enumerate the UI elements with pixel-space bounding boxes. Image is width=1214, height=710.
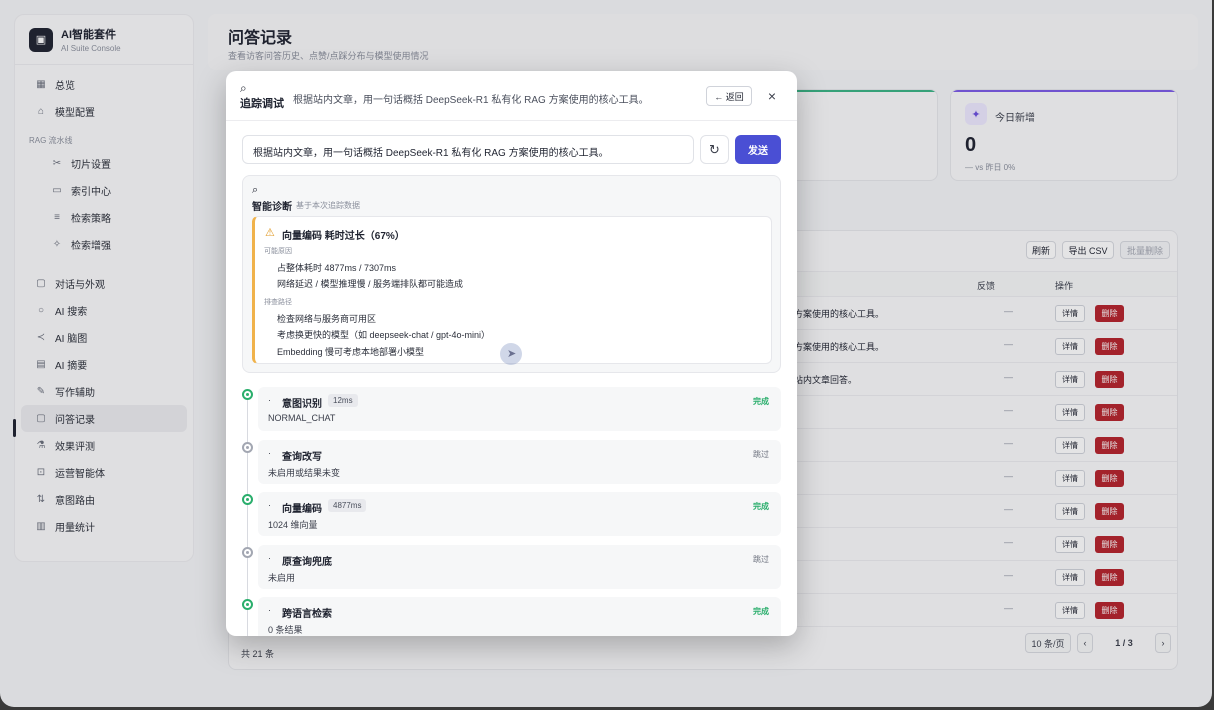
modal-subtitle: 根据站内文章，用一句话概括 DeepSeek-R1 私有化 RAG 方案使用的核… xyxy=(293,95,649,106)
trace-step[interactable]: · 意图识别 12ms 完成 NORMAL_CHAT xyxy=(258,387,781,431)
step-skipped-icon xyxy=(242,441,253,453)
step-detail: 未启用 xyxy=(268,572,296,583)
search-icon: ⌕ xyxy=(252,184,259,196)
cursor-icon: ➤ xyxy=(507,348,517,360)
diagnosis-title: 智能诊断 xyxy=(252,202,292,213)
search-icon: ⌕ xyxy=(240,81,247,95)
step-bullet: · xyxy=(268,395,271,405)
step-detail: NORMAL_CHAT xyxy=(268,413,336,423)
step-bullet: · xyxy=(268,447,271,458)
cause-item: 网络延迟 / 模型推理慢 / 服务端排队都可能造成 xyxy=(277,279,464,289)
path-item: 考虑换更快的模型（如 deepseek-chat / gpt-4o-mini） xyxy=(277,330,491,340)
paths-label: 排查路径 xyxy=(264,299,292,306)
step-name: 向量编码 xyxy=(282,504,322,515)
back-button[interactable]: ← 返回 xyxy=(706,86,752,106)
step-done-icon xyxy=(242,599,253,610)
query-input[interactable]: 根据站内文章，用一句话概括 DeepSeek-R1 私有化 RAG 方案使用的核… xyxy=(242,135,694,164)
send-button[interactable]: 发送 xyxy=(735,135,781,164)
step-name: 查询改写 xyxy=(282,451,322,463)
diagnosis-subtitle: 基于本次追踪数据 xyxy=(296,201,360,210)
warning-card: ⚠ 向量编码 耗时过长（67%） 可能原因 占整体耗时 4877ms / 730… xyxy=(252,216,772,364)
modal-header: ⌕ 追踪调试 根据站内文章，用一句话概括 DeepSeek-R1 私有化 RAG… xyxy=(226,71,797,121)
screen: ▣ AI智能套件 AI Suite Console ▦ 总览 ⌂ 模型配置 RAG … xyxy=(0,0,1212,707)
step-detail: 1024 维向量 xyxy=(268,520,318,530)
step-name: 跨语言检索 xyxy=(282,609,332,620)
path-item: 检查网络与服务商可用区 xyxy=(277,314,377,324)
refresh-icon[interactable]: ↻ xyxy=(700,135,729,164)
modal-title: 追踪调试 xyxy=(240,98,284,110)
step-name: 意图识别 xyxy=(282,399,322,410)
step-bullet: · xyxy=(268,605,271,615)
step-bullet: · xyxy=(268,500,271,510)
warning-icon: ⚠ xyxy=(265,227,275,239)
step-bullet: · xyxy=(268,552,271,563)
path-item: Embedding 慢可考虑本地部署小模型 xyxy=(277,347,425,357)
trace-step[interactable]: · 跨语言检索 完成 0 条结果 xyxy=(258,597,781,636)
step-status: 完成 xyxy=(753,397,769,406)
step-duration: 12ms xyxy=(328,394,358,407)
causes-label: 可能原因 xyxy=(264,248,292,255)
step-status: 跳过 xyxy=(753,554,769,564)
step-skipped-icon xyxy=(242,546,253,558)
step-name: 原查询兜底 xyxy=(282,556,332,568)
step-detail: 0 条结果 xyxy=(268,625,303,635)
warning-title: 向量编码 耗时过长（67%） xyxy=(282,231,405,242)
trace-step[interactable]: · 查询改写 跳过未启用或结果未变 xyxy=(258,439,781,484)
step-detail: 未启用或结果未变 xyxy=(268,467,341,478)
step-duration: 4877ms xyxy=(328,499,367,512)
step-status: 跳过 xyxy=(753,449,769,459)
step-done-icon xyxy=(242,389,253,400)
trace-step[interactable]: · 向量编码 4877ms 完成 1024 维向量 xyxy=(258,492,781,536)
step-status: 完成 xyxy=(753,502,769,511)
close-icon[interactable]: × xyxy=(764,88,780,104)
step-done-icon xyxy=(242,494,253,505)
trace-step[interactable]: · 原查询兜底 跳过未启用 xyxy=(258,544,781,589)
step-status: 完成 xyxy=(753,607,769,616)
cause-item: 占整体耗时 4877ms / 7307ms xyxy=(277,263,397,273)
